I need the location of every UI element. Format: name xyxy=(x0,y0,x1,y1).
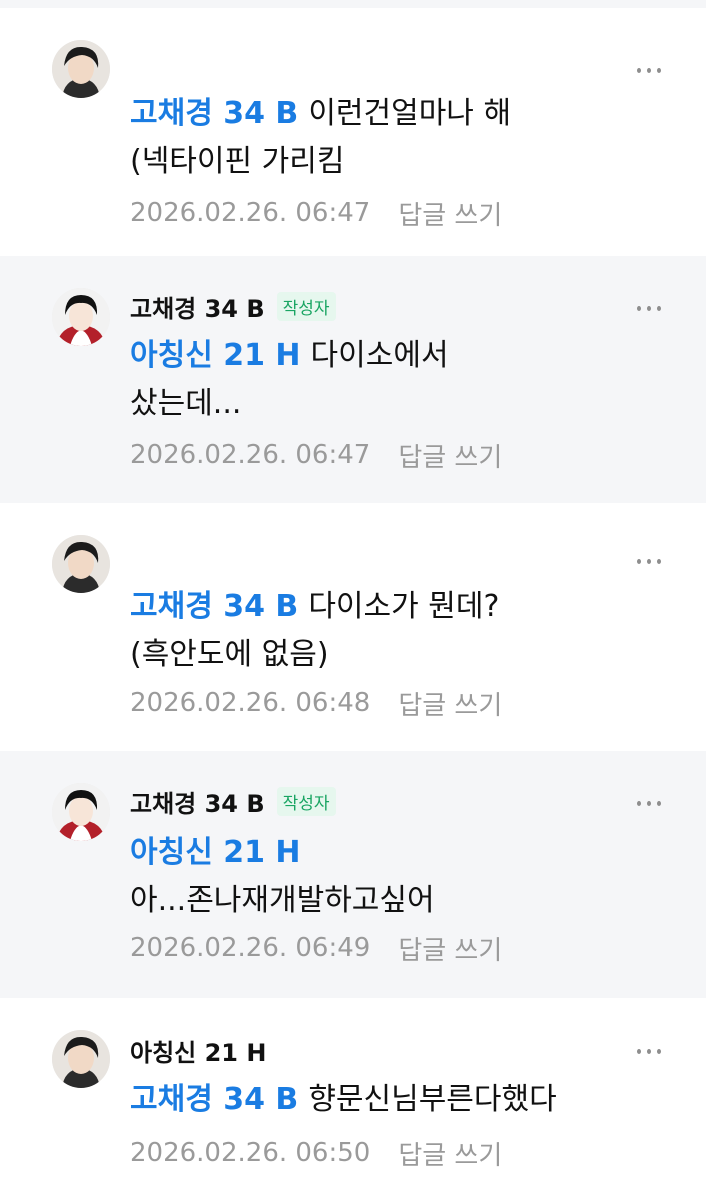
comment-meta: 2026.02.26. 06:47 답글 쓰기 xyxy=(130,437,502,474)
author-nickname[interactable]: 고채경 34 B xyxy=(130,289,265,324)
author-nickname[interactable]: 아칭신 21 H xyxy=(130,1033,266,1068)
comment-item: 고채경 34 B 작성자 아칭신 21 H 아...존나재개발하고싶어 2026… xyxy=(0,751,706,998)
reply-button[interactable]: 답글 쓰기 xyxy=(398,930,502,967)
comment-body: 고채경 34 B 다이소가 뭔데? (흑안도에 없음) xyxy=(130,583,646,679)
reply-button[interactable]: 답글 쓰기 xyxy=(398,437,502,474)
comment-item: 고채경 34 B 이런건얼마나 해 (넥타이핀 가리킴 2026.02.26. 0… xyxy=(0,8,706,256)
comment-author: 고채경 34 B 작성자 xyxy=(130,784,336,819)
comment-body: 아칭신 21 H 아...존나재개발하고싶어 xyxy=(130,829,646,925)
timestamp: 2026.02.26. 06:48 xyxy=(130,688,371,718)
timestamp: 2026.02.26. 06:47 xyxy=(130,198,371,228)
reply-button[interactable]: 답글 쓰기 xyxy=(398,195,502,232)
comment-author: 아칭신 21 H xyxy=(130,1033,266,1068)
comment-body: 아칭신 21 H 다이소에서 샀는데... xyxy=(130,332,646,428)
comment-text: 이런건얼마나 해 xyxy=(308,96,512,131)
more-options-icon[interactable] xyxy=(634,293,664,323)
author-badge: 작성자 xyxy=(276,786,336,816)
comment-line: (흑안도에 없음) xyxy=(130,637,329,672)
avatar[interactable] xyxy=(52,535,110,593)
timestamp: 2026.02.26. 06:47 xyxy=(130,440,371,470)
comment-item: 고채경 34 B 작성자 아칭신 21 H 다이소에서 샀는데... 2026.0… xyxy=(0,256,706,503)
avatar[interactable] xyxy=(52,288,110,346)
more-options-icon[interactable] xyxy=(634,788,664,818)
comment-text: 향문신님부른다했다 xyxy=(308,1082,557,1117)
mention-link[interactable]: 아칭신 21 H xyxy=(130,338,301,373)
comment-meta: 2026.02.26. 06:48 답글 쓰기 xyxy=(130,685,502,722)
comment-line: 아...존나재개발하고싶어 xyxy=(130,883,435,918)
comment-meta: 2026.02.26. 06:50 답글 쓰기 xyxy=(130,1135,502,1172)
comment-line: 고채경 34 B 향문신님부른다했다 xyxy=(130,1076,646,1124)
comment-body: 고채경 34 B 향문신님부른다했다 xyxy=(130,1076,646,1124)
more-options-icon[interactable] xyxy=(634,55,664,85)
author-badge: 작성자 xyxy=(276,291,336,321)
more-options-icon[interactable] xyxy=(634,1036,664,1066)
timestamp: 2026.02.26. 06:50 xyxy=(130,1138,371,1168)
reply-button[interactable]: 답글 쓰기 xyxy=(398,1135,502,1172)
mention-link[interactable]: 고채경 34 B xyxy=(130,96,298,131)
comment-text: 다이소가 뭔데? xyxy=(308,589,500,624)
timestamp: 2026.02.26. 06:49 xyxy=(130,933,371,963)
mention-link[interactable]: 고채경 34 B xyxy=(130,1082,298,1117)
comment-meta: 2026.02.26. 06:49 답글 쓰기 xyxy=(130,930,502,967)
comment-item: 아칭신 21 H 고채경 34 B 향문신님부른다했다 2026.02.26. 0… xyxy=(0,998,706,1200)
avatar[interactable] xyxy=(52,1030,110,1088)
mention-link[interactable]: 아칭신 21 H xyxy=(130,835,301,870)
comment-author: 고채경 34 B 작성자 xyxy=(130,289,336,324)
comment-line: 고채경 34 B 이런건얼마나 해 xyxy=(130,90,646,138)
top-divider xyxy=(0,0,706,8)
comment-body: 고채경 34 B 이런건얼마나 해 (넥타이핀 가리킴 xyxy=(130,90,646,186)
comment-line: 아칭신 21 H 다이소에서 xyxy=(130,332,646,380)
mention-link[interactable]: 고채경 34 B xyxy=(130,589,298,624)
comment-line: (넥타이핀 가리킴 xyxy=(130,144,345,179)
avatar[interactable] xyxy=(52,40,110,98)
comment-line: 고채경 34 B 다이소가 뭔데? xyxy=(130,583,646,631)
comment-line: 샀는데... xyxy=(130,386,242,421)
more-options-icon[interactable] xyxy=(634,546,664,576)
avatar[interactable] xyxy=(52,783,110,841)
comment-item: 고채경 34 B 다이소가 뭔데? (흑안도에 없음) 2026.02.26. 0… xyxy=(0,503,706,751)
reply-button[interactable]: 답글 쓰기 xyxy=(398,685,502,722)
comment-line: 아칭신 21 H xyxy=(130,829,646,877)
comment-text: 다이소에서 xyxy=(310,338,449,373)
comment-meta: 2026.02.26. 06:47 답글 쓰기 xyxy=(130,195,502,232)
author-nickname[interactable]: 고채경 34 B xyxy=(130,784,265,819)
